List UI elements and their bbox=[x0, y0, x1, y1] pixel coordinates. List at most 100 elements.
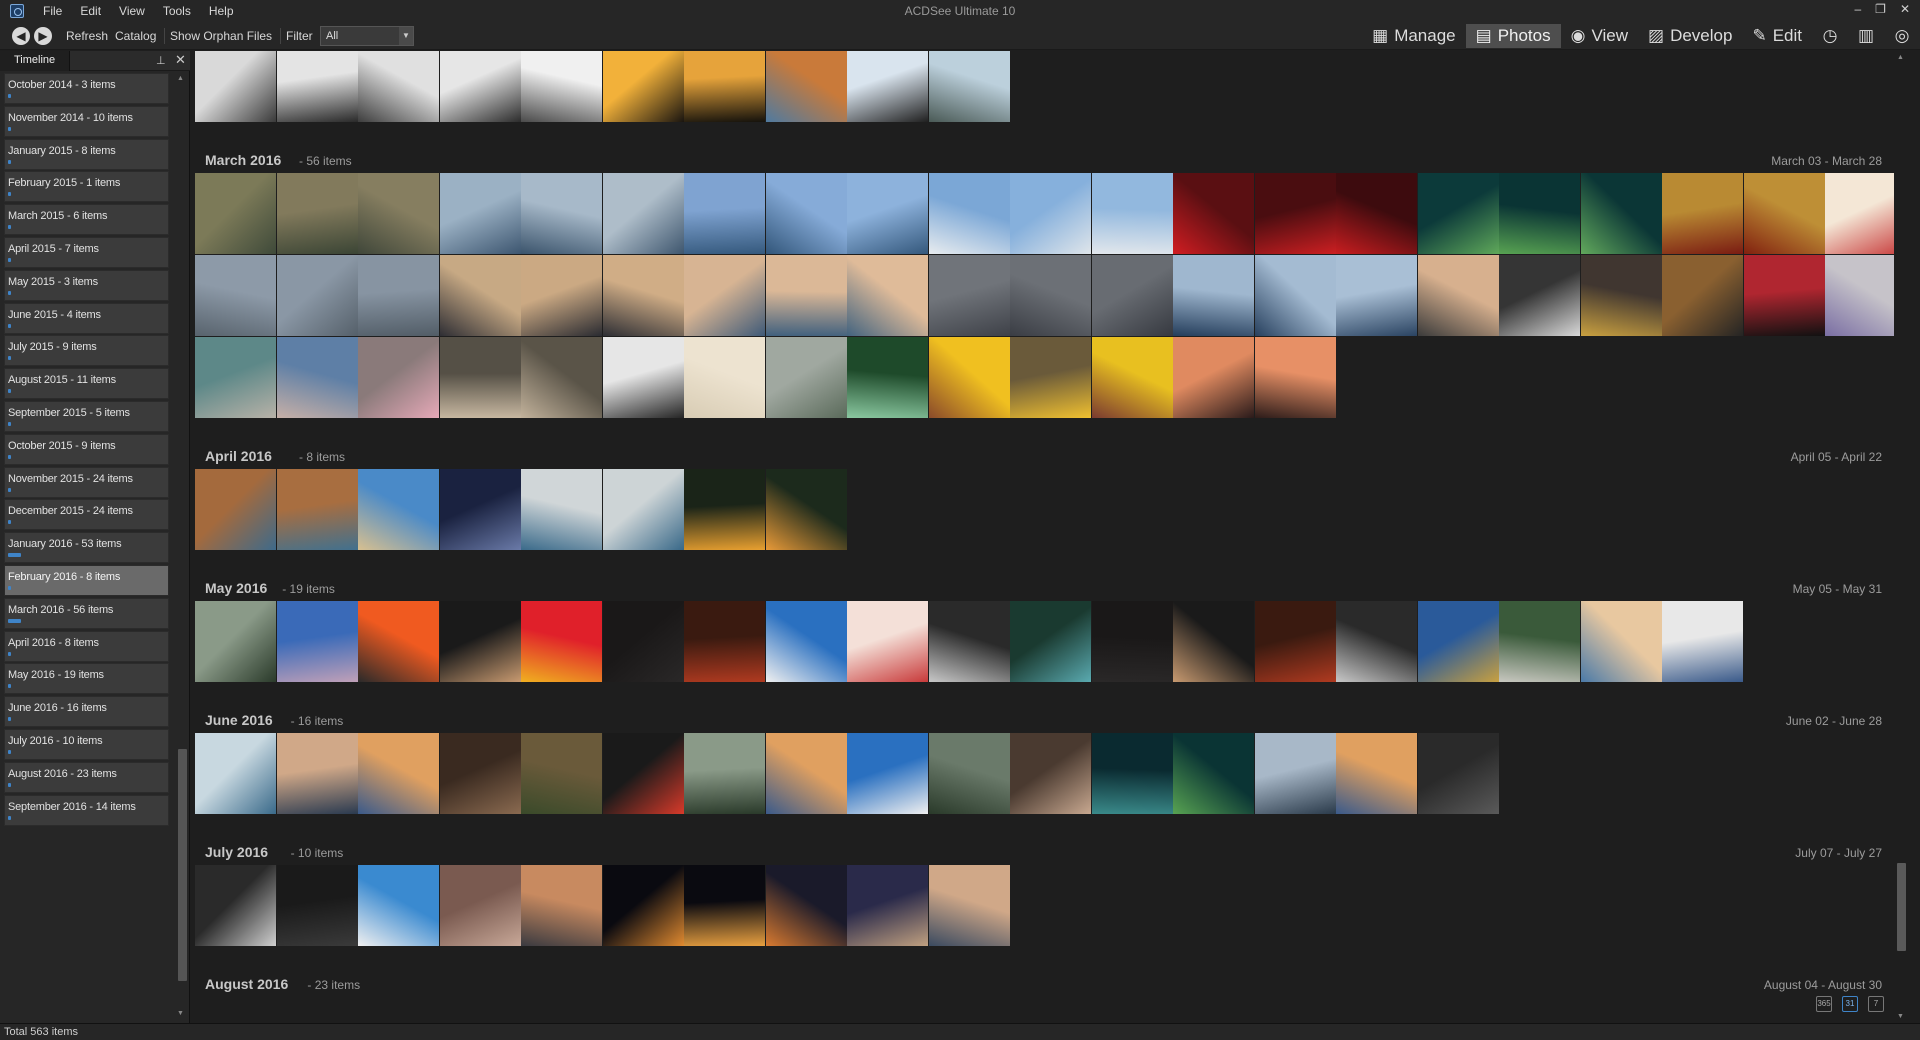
photo-thumbnail[interactable] bbox=[521, 337, 602, 418]
timeline-item[interactable]: February 2016 - 8 items bbox=[4, 565, 169, 596]
restore-button[interactable]: ❐ bbox=[1875, 2, 1886, 16]
photo-thumbnail[interactable] bbox=[847, 173, 928, 254]
photo-thumbnail[interactable] bbox=[1173, 733, 1254, 814]
photo-thumbnail[interactable] bbox=[439, 733, 521, 814]
photo-thumbnail[interactable] bbox=[521, 51, 602, 122]
photo-thumbnail[interactable] bbox=[602, 337, 684, 418]
photo-thumbnail[interactable] bbox=[276, 865, 358, 946]
photo-thumbnail[interactable] bbox=[1254, 601, 1336, 682]
forward-button[interactable]: ▶ bbox=[34, 27, 52, 45]
photo-thumbnail[interactable] bbox=[928, 733, 1010, 814]
photo-thumbnail[interactable] bbox=[1580, 601, 1662, 682]
photo-thumbnail[interactable] bbox=[195, 733, 276, 814]
month-header[interactable]: August 2016 bbox=[205, 976, 288, 992]
photo-thumbnail[interactable] bbox=[358, 173, 439, 254]
photo-thumbnail[interactable] bbox=[1743, 173, 1825, 254]
photo-thumbnail[interactable] bbox=[1254, 255, 1336, 336]
menu-help[interactable]: Help bbox=[200, 2, 243, 20]
photo-thumbnail[interactable] bbox=[195, 337, 276, 418]
photo-thumbnail[interactable] bbox=[439, 601, 521, 682]
photo-thumbnail[interactable] bbox=[1254, 733, 1336, 814]
calendar-day-icon[interactable]: 7 bbox=[1868, 996, 1884, 1012]
photo-thumbnail[interactable] bbox=[1417, 173, 1499, 254]
photo-thumbnail[interactable] bbox=[521, 469, 602, 550]
photo-thumbnail[interactable] bbox=[1417, 733, 1499, 814]
close-button[interactable]: ✕ bbox=[1900, 2, 1910, 16]
photo-thumbnail[interactable] bbox=[847, 601, 928, 682]
photo-thumbnail[interactable] bbox=[439, 469, 521, 550]
photo-thumbnail[interactable] bbox=[195, 173, 276, 254]
photo-thumbnail[interactable] bbox=[1417, 601, 1499, 682]
photo-thumbnail[interactable] bbox=[1499, 173, 1580, 254]
photo-thumbnail[interactable] bbox=[684, 469, 765, 550]
timeline-item[interactable]: January 2015 - 8 items bbox=[4, 139, 169, 170]
scroll-up-icon[interactable]: ▲ bbox=[1897, 54, 1904, 61]
chevron-down-icon[interactable]: ▼ bbox=[399, 27, 413, 45]
photo-thumbnail[interactable] bbox=[358, 469, 439, 550]
timeline-item[interactable]: October 2015 - 9 items bbox=[4, 434, 169, 465]
dashboard-icon[interactable]: ▥ bbox=[1848, 26, 1884, 46]
photo-thumbnail[interactable] bbox=[1010, 337, 1091, 418]
timeline-item[interactable]: December 2015 - 24 items bbox=[4, 499, 169, 530]
photo-thumbnail[interactable] bbox=[847, 733, 928, 814]
catalog-button[interactable]: Catalog bbox=[115, 29, 156, 43]
photo-thumbnail[interactable] bbox=[1010, 601, 1091, 682]
photo-thumbnail[interactable] bbox=[1336, 173, 1417, 254]
photo-thumbnail[interactable] bbox=[1010, 255, 1091, 336]
photo-thumbnail[interactable] bbox=[602, 173, 684, 254]
photo-thumbnail[interactable] bbox=[195, 469, 276, 550]
menu-tools[interactable]: Tools bbox=[154, 2, 200, 20]
photo-thumbnail[interactable] bbox=[195, 51, 276, 122]
timeline-panel-tab[interactable]: Timeline bbox=[0, 51, 71, 71]
timeline-item[interactable]: May 2016 - 19 items bbox=[4, 663, 169, 694]
365-icon[interactable]: ◷ bbox=[1812, 26, 1848, 46]
photo-thumbnail[interactable] bbox=[276, 469, 358, 550]
photo-thumbnail[interactable] bbox=[602, 255, 684, 336]
photo-thumbnail[interactable] bbox=[276, 337, 358, 418]
photo-thumbnail[interactable] bbox=[847, 865, 928, 946]
photo-thumbnail[interactable] bbox=[195, 255, 276, 336]
view-eye-icon[interactable]: ◎ bbox=[1884, 26, 1920, 46]
photo-thumbnail[interactable] bbox=[1662, 601, 1743, 682]
photo-thumbnail[interactable] bbox=[276, 173, 358, 254]
photo-thumbnail[interactable] bbox=[765, 469, 847, 550]
photo-thumbnail[interactable] bbox=[195, 865, 276, 946]
timeline-item[interactable]: April 2015 - 7 items bbox=[4, 237, 169, 268]
photo-thumbnail[interactable] bbox=[1336, 733, 1417, 814]
timeline-item[interactable]: August 2016 - 23 items bbox=[4, 762, 169, 793]
photo-thumbnail[interactable] bbox=[684, 601, 765, 682]
month-header[interactable]: April 2016 bbox=[205, 448, 272, 464]
photo-thumbnail[interactable] bbox=[439, 173, 521, 254]
photo-thumbnail[interactable] bbox=[521, 255, 602, 336]
photo-thumbnail[interactable] bbox=[358, 601, 439, 682]
timeline-item[interactable]: April 2016 - 8 items bbox=[4, 631, 169, 662]
scroll-up-icon[interactable]: ▲ bbox=[177, 75, 184, 82]
photo-thumbnail[interactable] bbox=[521, 173, 602, 254]
photo-thumbnail[interactable] bbox=[276, 255, 358, 336]
photo-thumbnail[interactable] bbox=[928, 51, 1010, 122]
photo-thumbnail[interactable] bbox=[684, 733, 765, 814]
photo-thumbnail[interactable] bbox=[1417, 255, 1499, 336]
timeline-item[interactable]: May 2015 - 3 items bbox=[4, 270, 169, 301]
photo-thumbnail[interactable] bbox=[847, 337, 928, 418]
menu-file[interactable]: File bbox=[34, 2, 71, 20]
photo-thumbnail[interactable] bbox=[928, 173, 1010, 254]
photo-thumbnail[interactable] bbox=[521, 733, 602, 814]
menu-view[interactable]: View bbox=[110, 2, 154, 20]
month-header[interactable]: May 2016 bbox=[205, 580, 267, 596]
photo-thumbnail[interactable] bbox=[684, 255, 765, 336]
timeline-item[interactable]: February 2015 - 1 items bbox=[4, 171, 169, 202]
photo-thumbnail[interactable] bbox=[602, 469, 684, 550]
acdsee-logo-icon[interactable] bbox=[10, 4, 24, 18]
photo-thumbnail[interactable] bbox=[684, 337, 765, 418]
calendar-year-icon[interactable]: 365 bbox=[1816, 996, 1832, 1012]
photo-thumbnail[interactable] bbox=[1091, 255, 1173, 336]
menu-edit[interactable]: Edit bbox=[71, 2, 110, 20]
photo-thumbnail[interactable] bbox=[1743, 255, 1825, 336]
photo-thumbnail[interactable] bbox=[439, 255, 521, 336]
photo-thumbnail[interactable] bbox=[1336, 255, 1417, 336]
timeline-item[interactable]: November 2015 - 24 items bbox=[4, 467, 169, 498]
photo-thumbnail[interactable] bbox=[276, 601, 358, 682]
photo-thumbnail[interactable] bbox=[928, 601, 1010, 682]
mode-tab-photos[interactable]: ▤ Photos bbox=[1465, 24, 1561, 48]
